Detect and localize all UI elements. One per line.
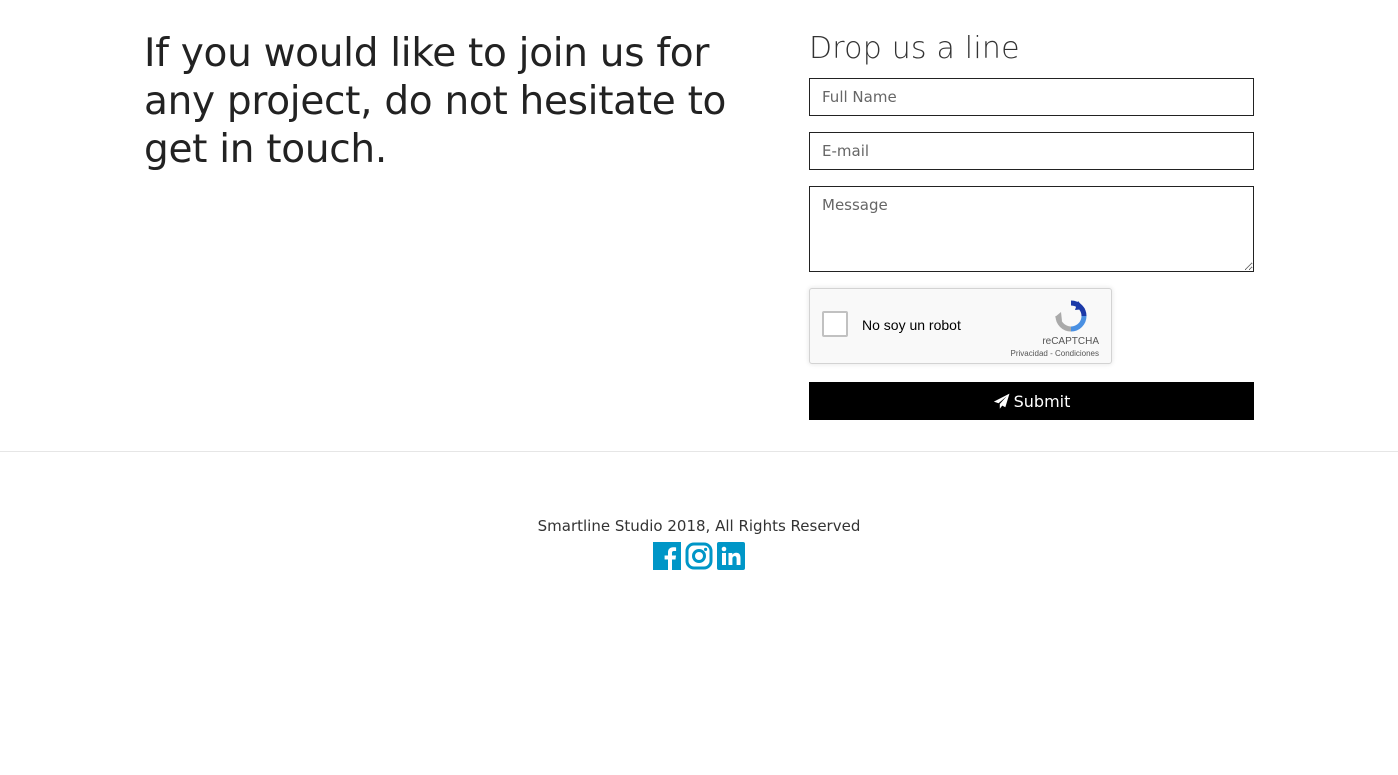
recaptcha-checkbox[interactable] — [822, 311, 848, 337]
recaptcha-widget: No soy un robot reCAPTCHA Privacidad - C… — [809, 288, 1112, 364]
intro-heading: If you would like to join us for any pro… — [144, 31, 727, 172]
paper-plane-icon — [993, 393, 1010, 409]
linkedin-link[interactable] — [717, 542, 745, 570]
social-links — [653, 542, 745, 570]
facebook-icon — [653, 542, 681, 570]
facebook-link[interactable] — [653, 542, 681, 570]
recaptcha-label: No soy un robot — [862, 317, 961, 333]
full-name-input[interactable] — [809, 78, 1254, 116]
recaptcha-terms-link[interactable]: Privacidad - Condiciones — [1011, 349, 1100, 358]
instagram-icon — [685, 542, 713, 570]
message-textarea[interactable] — [809, 186, 1254, 272]
instagram-link[interactable] — [685, 542, 713, 570]
recaptcha-brand: reCAPTCHA — [1042, 336, 1099, 347]
linkedin-icon — [717, 542, 745, 570]
form-heading: Drop us a line — [809, 31, 1020, 66]
contact-form: Drop us a line No soy un robot reCAPTCHA… — [809, 30, 1254, 420]
email-input[interactable] — [809, 132, 1254, 170]
recaptcha-logo-icon — [1055, 300, 1087, 332]
submit-label: Submit — [1013, 391, 1071, 411]
footer-divider — [0, 451, 1398, 452]
copyright-text: Smartline Studio 2018, All Rights Reserv… — [537, 517, 861, 535]
submit-button[interactable]: Submit — [809, 382, 1254, 420]
